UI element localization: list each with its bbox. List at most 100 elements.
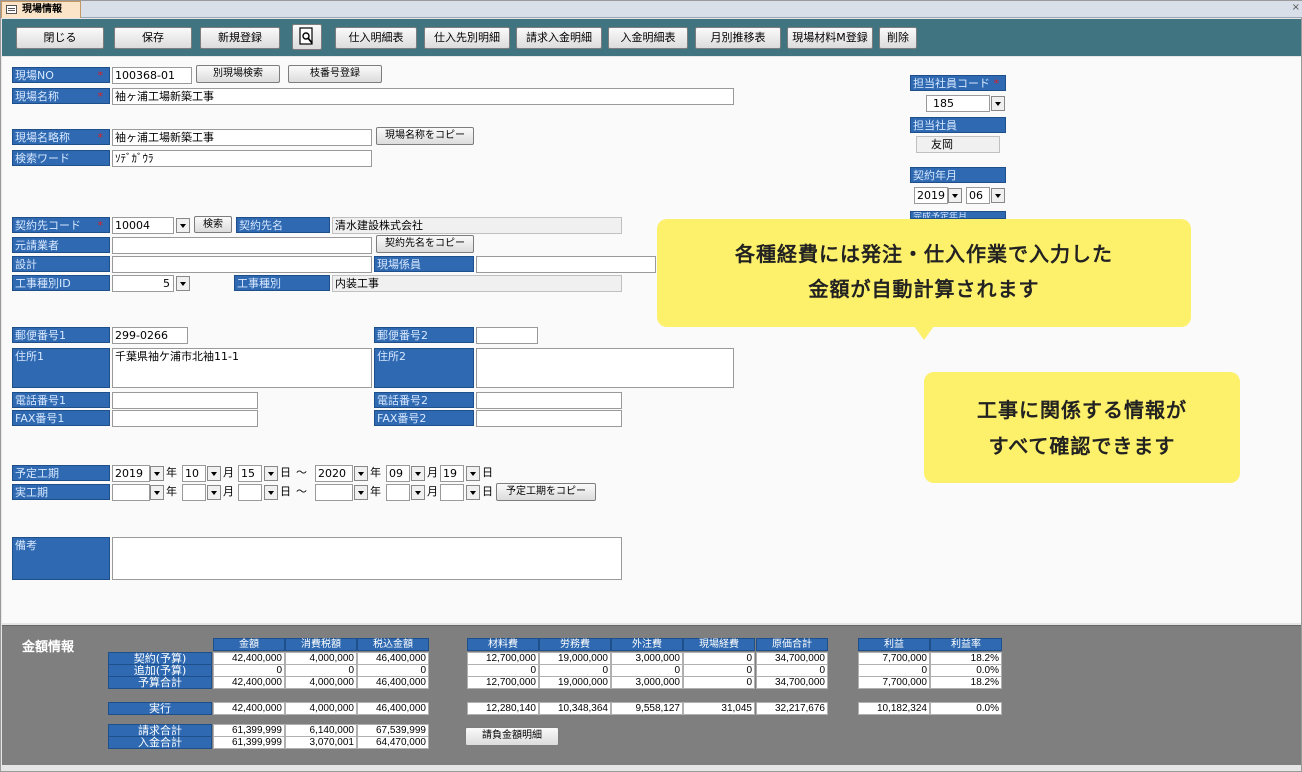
invoice-receipt-button[interactable]: 請求入金明細 bbox=[516, 27, 602, 49]
save-button[interactable]: 保存 bbox=[114, 27, 192, 49]
zip1-label: 郵便番号1 bbox=[12, 327, 110, 343]
actual-end-year[interactable] bbox=[315, 484, 353, 501]
fax1-label: FAX番号1 bbox=[12, 410, 110, 426]
site-staff-label: 現場係員 bbox=[374, 256, 474, 272]
print-preview-button[interactable] bbox=[292, 24, 322, 50]
new-button[interactable]: 新規登録 bbox=[200, 27, 280, 49]
money-col-header: 金額 bbox=[213, 638, 285, 651]
material-register-button[interactable]: 現場材料M登録 bbox=[787, 27, 873, 49]
actual-end-month[interactable] bbox=[386, 484, 410, 501]
money-title: 金額情報 bbox=[22, 640, 75, 655]
contract-amount-detail-button[interactable]: 請負金額明細 bbox=[465, 727, 559, 746]
money-cell: 4,000,000 bbox=[285, 676, 357, 689]
address2-label: 住所2 bbox=[374, 348, 474, 388]
design-field[interactable] bbox=[112, 256, 372, 273]
money-cell: 10,348,364 bbox=[539, 702, 611, 715]
work-type-label: 工事種別 bbox=[234, 275, 330, 291]
plan-start-month[interactable]: 10 bbox=[182, 465, 206, 482]
contract-year-field[interactable]: 2019 bbox=[914, 187, 948, 204]
tel1-field[interactable] bbox=[112, 392, 258, 409]
chevron-down-icon[interactable] bbox=[354, 485, 368, 500]
document-tab-bar: 現場情報 × bbox=[1, 1, 1302, 18]
staff-code-field[interactable]: 185 bbox=[926, 95, 990, 112]
money-col-header: 労務費 bbox=[539, 638, 611, 651]
site-short-name-label: 現場名略称 bbox=[12, 129, 110, 145]
actual-start-month[interactable] bbox=[182, 484, 206, 501]
contract-code-field[interactable]: 10004 bbox=[112, 217, 174, 234]
money-cell: 34,700,000 bbox=[756, 676, 828, 689]
branch-register-button[interactable]: 枝番号登録 bbox=[288, 65, 382, 83]
chevron-down-icon[interactable] bbox=[207, 466, 221, 481]
work-type-id-field[interactable]: 5 bbox=[112, 275, 174, 292]
zip1-field[interactable]: 299-0266 bbox=[112, 327, 188, 344]
planned-period-label: 予定工期 bbox=[12, 465, 110, 481]
chevron-down-icon[interactable] bbox=[176, 218, 190, 233]
chevron-down-icon[interactable] bbox=[411, 466, 425, 481]
money-cell: 42,400,000 bbox=[213, 676, 285, 689]
actual-start-day[interactable] bbox=[238, 484, 262, 501]
chevron-down-icon[interactable] bbox=[991, 96, 1005, 111]
money-cell: 64,470,000 bbox=[357, 736, 429, 749]
callout-pointer bbox=[914, 326, 934, 340]
contract-name-label: 契約先名 bbox=[236, 217, 330, 233]
chevron-down-icon[interactable] bbox=[150, 466, 164, 481]
chevron-down-icon[interactable] bbox=[991, 188, 1005, 203]
money-cell: 7,700,000 bbox=[858, 676, 930, 689]
chevron-down-icon[interactable] bbox=[207, 485, 221, 500]
range-tilde: ～ bbox=[296, 466, 307, 479]
fax2-field[interactable] bbox=[476, 410, 622, 427]
money-cell: 19,000,000 bbox=[539, 676, 611, 689]
money-cell: 3,000,000 bbox=[611, 676, 683, 689]
plan-start-day[interactable]: 15 bbox=[238, 465, 262, 482]
chevron-down-icon[interactable] bbox=[466, 466, 480, 481]
app-window: 現場情報 × 閉じる 保存 新規登録 仕入明細表 仕入先別明細 請求入金明細 入… bbox=[0, 0, 1302, 772]
chevron-down-icon[interactable] bbox=[150, 485, 164, 500]
plan-end-year[interactable]: 2020 bbox=[315, 465, 353, 482]
purchase-detail-button[interactable]: 仕入明細表 bbox=[335, 27, 417, 49]
chevron-down-icon[interactable] bbox=[354, 466, 368, 481]
site-no-field[interactable]: 100368-01 bbox=[112, 67, 192, 84]
copy-site-name-button[interactable]: 現場名称をコピー bbox=[376, 127, 474, 145]
receipt-detail-button[interactable]: 入金明細表 bbox=[608, 27, 688, 49]
plan-end-month[interactable]: 09 bbox=[386, 465, 410, 482]
remarks-field[interactable] bbox=[112, 537, 622, 580]
close-icon[interactable]: × bbox=[1292, 2, 1300, 13]
copy-contract-name-button[interactable]: 契約先名をコピー bbox=[376, 235, 474, 253]
callout-line: すべて確認できます bbox=[988, 434, 1176, 458]
contract-search-button[interactable]: 検索 bbox=[194, 216, 232, 233]
contract-month-field[interactable]: 06 bbox=[966, 187, 990, 204]
site-name-field[interactable]: 袖ヶ浦工場新築工事 bbox=[112, 88, 734, 105]
site-short-name-field[interactable]: 袖ヶ浦工場新築工事 bbox=[112, 129, 372, 146]
chevron-down-icon[interactable] bbox=[411, 485, 425, 500]
zip2-field[interactable] bbox=[476, 327, 538, 344]
plan-start-year[interactable]: 2019 bbox=[112, 465, 150, 482]
tel2-field[interactable] bbox=[476, 392, 622, 409]
chevron-down-icon[interactable] bbox=[264, 485, 278, 500]
site-name-label: 現場名称 bbox=[12, 88, 110, 104]
chevron-down-icon[interactable] bbox=[176, 276, 190, 291]
address1-field[interactable]: 千葉県袖ケ浦市北袖11-1 bbox=[112, 348, 372, 388]
fax1-field[interactable] bbox=[112, 410, 258, 427]
monthly-trend-button[interactable]: 月別推移表 bbox=[695, 27, 781, 49]
address2-field[interactable] bbox=[476, 348, 734, 388]
site-staff-field[interactable] bbox=[476, 256, 656, 273]
plan-end-day[interactable]: 19 bbox=[440, 465, 464, 482]
delete-button[interactable]: 削除 bbox=[879, 27, 917, 49]
money-col-header: 材料費 bbox=[467, 638, 539, 651]
search-word-field[interactable]: ｿﾃﾞｶﾞｳﾗ bbox=[112, 150, 372, 167]
actual-end-day[interactable] bbox=[440, 484, 464, 501]
chevron-down-icon[interactable] bbox=[264, 466, 278, 481]
tab-site-info[interactable]: 現場情報 bbox=[1, 1, 81, 18]
prime-contractor-field[interactable] bbox=[112, 237, 372, 254]
actual-start-year[interactable] bbox=[112, 484, 150, 501]
vendor-detail-button[interactable]: 仕入先別明細 bbox=[424, 27, 510, 49]
remarks-label: 備考 bbox=[12, 537, 110, 580]
chevron-down-icon[interactable] bbox=[466, 485, 480, 500]
other-site-search-button[interactable]: 別現場検索 bbox=[196, 65, 280, 83]
close-button[interactable]: 閉じる bbox=[16, 27, 104, 49]
copy-planned-period-button[interactable]: 予定工期をコピー bbox=[496, 483, 596, 501]
work-type-field: 内装工事 bbox=[332, 275, 622, 292]
fax2-label: FAX番号2 bbox=[374, 410, 474, 426]
chevron-down-icon[interactable] bbox=[948, 188, 962, 203]
tel1-label: 電話番号1 bbox=[12, 392, 110, 408]
